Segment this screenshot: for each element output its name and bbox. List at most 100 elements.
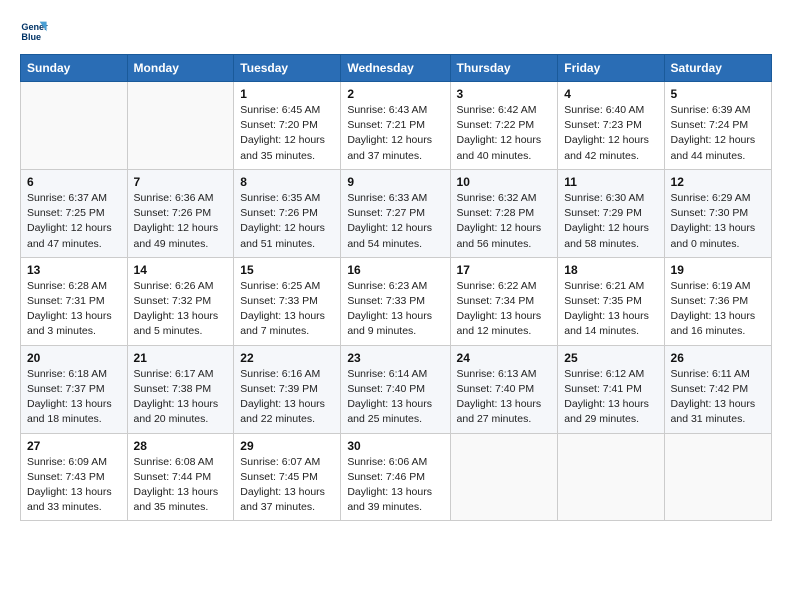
day-number: 18 — [564, 263, 657, 277]
day-number: 7 — [134, 175, 228, 189]
calendar-cell: 18Sunrise: 6:21 AM Sunset: 7:35 PM Dayli… — [558, 257, 664, 345]
calendar-cell — [21, 82, 128, 170]
day-number: 12 — [671, 175, 765, 189]
day-number: 4 — [564, 87, 657, 101]
calendar-cell — [127, 82, 234, 170]
day-number: 9 — [347, 175, 443, 189]
day-info: Sunrise: 6:06 AM Sunset: 7:46 PM Dayligh… — [347, 455, 443, 516]
day-number: 2 — [347, 87, 443, 101]
day-number: 6 — [27, 175, 121, 189]
svg-text:Blue: Blue — [21, 32, 41, 42]
day-info: Sunrise: 6:30 AM Sunset: 7:29 PM Dayligh… — [564, 191, 657, 252]
calendar-header-row: SundayMondayTuesdayWednesdayThursdayFrid… — [21, 55, 772, 82]
day-info: Sunrise: 6:14 AM Sunset: 7:40 PM Dayligh… — [347, 367, 443, 428]
calendar-cell: 23 Sunrise: 6:14 AM Sunset: 7:40 PM Dayli… — [341, 345, 450, 433]
calendar-cell: 3 Sunrise: 6:42 AM Sunset: 7:22 PM Daylig… — [450, 82, 558, 170]
calendar-cell: 4 Sunrise: 6:40 AM Sunset: 7:23 PM Daylig… — [558, 82, 664, 170]
day-number: 24 — [457, 351, 552, 365]
day-info: Sunrise: 6:19 AM Sunset: 7:36 PM Dayligh… — [671, 279, 765, 340]
day-info: Sunrise: 6:33 AM Sunset: 7:27 PM Dayligh… — [347, 191, 443, 252]
calendar-week-2: 6 Sunrise: 6:37 AM Sunset: 7:25 PM Daylig… — [21, 169, 772, 257]
calendar-header-monday: Monday — [127, 55, 234, 82]
calendar-cell: 27 Sunrise: 6:09 AM Sunset: 7:43 PM Dayli… — [21, 433, 128, 521]
day-info: Sunrise: 6:36 AM Sunset: 7:26 PM Dayligh… — [134, 191, 228, 252]
calendar-cell: 6 Sunrise: 6:37 AM Sunset: 7:25 PM Daylig… — [21, 169, 128, 257]
calendar-cell: 30 Sunrise: 6:06 AM Sunset: 7:46 PM Dayli… — [341, 433, 450, 521]
day-info: Sunrise: 6:45 AM Sunset: 7:20 PM Dayligh… — [240, 103, 334, 164]
calendar-cell: 13Sunrise: 6:28 AM Sunset: 7:31 PM Dayli… — [21, 257, 128, 345]
calendar-week-4: 20 Sunrise: 6:18 AM Sunset: 7:37 PM Dayli… — [21, 345, 772, 433]
day-number: 30 — [347, 439, 443, 453]
calendar-cell: 9 Sunrise: 6:33 AM Sunset: 7:27 PM Daylig… — [341, 169, 450, 257]
calendar-header-thursday: Thursday — [450, 55, 558, 82]
calendar-cell: 5Sunrise: 6:39 AM Sunset: 7:24 PM Daylig… — [664, 82, 771, 170]
day-info: Sunrise: 6:43 AM Sunset: 7:21 PM Dayligh… — [347, 103, 443, 164]
day-number: 20 — [27, 351, 121, 365]
calendar-header-saturday: Saturday — [664, 55, 771, 82]
calendar-cell: 15 Sunrise: 6:25 AM Sunset: 7:33 PM Dayli… — [234, 257, 341, 345]
logo: General Blue — [20, 16, 52, 44]
calendar-cell: 26 Sunrise: 6:11 AM Sunset: 7:42 PM Dayli… — [664, 345, 771, 433]
day-number: 26 — [671, 351, 765, 365]
day-info: Sunrise: 6:32 AM Sunset: 7:28 PM Dayligh… — [457, 191, 552, 252]
day-number: 8 — [240, 175, 334, 189]
calendar-cell: 10 Sunrise: 6:32 AM Sunset: 7:28 PM Dayli… — [450, 169, 558, 257]
calendar-cell: 2 Sunrise: 6:43 AM Sunset: 7:21 PM Daylig… — [341, 82, 450, 170]
day-info: Sunrise: 6:17 AM Sunset: 7:38 PM Dayligh… — [134, 367, 228, 428]
calendar-body: 1 Sunrise: 6:45 AM Sunset: 7:20 PM Daylig… — [21, 82, 772, 521]
day-number: 10 — [457, 175, 552, 189]
day-number: 1 — [240, 87, 334, 101]
page-header: General Blue — [20, 16, 772, 44]
day-info: Sunrise: 6:35 AM Sunset: 7:26 PM Dayligh… — [240, 191, 334, 252]
day-number: 28 — [134, 439, 228, 453]
day-number: 11 — [564, 175, 657, 189]
calendar-cell: 19 Sunrise: 6:19 AM Sunset: 7:36 PM Dayli… — [664, 257, 771, 345]
calendar-cell: 7 Sunrise: 6:36 AM Sunset: 7:26 PM Daylig… — [127, 169, 234, 257]
day-info: Sunrise: 6:07 AM Sunset: 7:45 PM Dayligh… — [240, 455, 334, 516]
day-info: Sunrise: 6:13 AM Sunset: 7:40 PM Dayligh… — [457, 367, 552, 428]
day-info: Sunrise: 6:16 AM Sunset: 7:39 PM Dayligh… — [240, 367, 334, 428]
day-number: 19 — [671, 263, 765, 277]
day-info: Sunrise: 6:40 AM Sunset: 7:23 PM Dayligh… — [564, 103, 657, 164]
day-info: Sunrise: 6:42 AM Sunset: 7:22 PM Dayligh… — [457, 103, 552, 164]
day-number: 14 — [134, 263, 228, 277]
day-info: Sunrise: 6:26 AM Sunset: 7:32 PM Dayligh… — [134, 279, 228, 340]
day-info: Sunrise: 6:12 AM Sunset: 7:41 PM Dayligh… — [564, 367, 657, 428]
day-number: 23 — [347, 351, 443, 365]
day-number: 17 — [457, 263, 552, 277]
day-number: 3 — [457, 87, 552, 101]
day-info: Sunrise: 6:22 AM Sunset: 7:34 PM Dayligh… — [457, 279, 552, 340]
calendar-cell: 11 Sunrise: 6:30 AM Sunset: 7:29 PM Dayli… — [558, 169, 664, 257]
day-number: 15 — [240, 263, 334, 277]
day-info: Sunrise: 6:39 AM Sunset: 7:24 PM Dayligh… — [671, 103, 765, 164]
calendar-cell: 24 Sunrise: 6:13 AM Sunset: 7:40 PM Dayli… — [450, 345, 558, 433]
calendar-table: SundayMondayTuesdayWednesdayThursdayFrid… — [20, 54, 772, 521]
calendar-cell: 8 Sunrise: 6:35 AM Sunset: 7:26 PM Daylig… — [234, 169, 341, 257]
day-number: 27 — [27, 439, 121, 453]
day-number: 22 — [240, 351, 334, 365]
day-number: 21 — [134, 351, 228, 365]
calendar-cell — [450, 433, 558, 521]
day-info: Sunrise: 6:25 AM Sunset: 7:33 PM Dayligh… — [240, 279, 334, 340]
calendar-cell: 21 Sunrise: 6:17 AM Sunset: 7:38 PM Dayli… — [127, 345, 234, 433]
day-number: 29 — [240, 439, 334, 453]
calendar-cell: 16Sunrise: 6:23 AM Sunset: 7:33 PM Dayli… — [341, 257, 450, 345]
calendar-header-wednesday: Wednesday — [341, 55, 450, 82]
calendar-week-3: 13Sunrise: 6:28 AM Sunset: 7:31 PM Dayli… — [21, 257, 772, 345]
calendar-header-sunday: Sunday — [21, 55, 128, 82]
day-info: Sunrise: 6:29 AM Sunset: 7:30 PM Dayligh… — [671, 191, 765, 252]
day-info: Sunrise: 6:37 AM Sunset: 7:25 PM Dayligh… — [27, 191, 121, 252]
calendar-cell: 20 Sunrise: 6:18 AM Sunset: 7:37 PM Dayli… — [21, 345, 128, 433]
calendar-cell: 14 Sunrise: 6:26 AM Sunset: 7:32 PM Dayli… — [127, 257, 234, 345]
day-info: Sunrise: 6:18 AM Sunset: 7:37 PM Dayligh… — [27, 367, 121, 428]
calendar-cell: 17 Sunrise: 6:22 AM Sunset: 7:34 PM Dayli… — [450, 257, 558, 345]
calendar-header-tuesday: Tuesday — [234, 55, 341, 82]
day-info: Sunrise: 6:09 AM Sunset: 7:43 PM Dayligh… — [27, 455, 121, 516]
day-info: Sunrise: 6:11 AM Sunset: 7:42 PM Dayligh… — [671, 367, 765, 428]
calendar-cell: 12 Sunrise: 6:29 AM Sunset: 7:30 PM Dayli… — [664, 169, 771, 257]
calendar-cell: 1 Sunrise: 6:45 AM Sunset: 7:20 PM Daylig… — [234, 82, 341, 170]
day-number: 16 — [347, 263, 443, 277]
calendar-cell — [558, 433, 664, 521]
calendar-week-1: 1 Sunrise: 6:45 AM Sunset: 7:20 PM Daylig… — [21, 82, 772, 170]
calendar-header-friday: Friday — [558, 55, 664, 82]
